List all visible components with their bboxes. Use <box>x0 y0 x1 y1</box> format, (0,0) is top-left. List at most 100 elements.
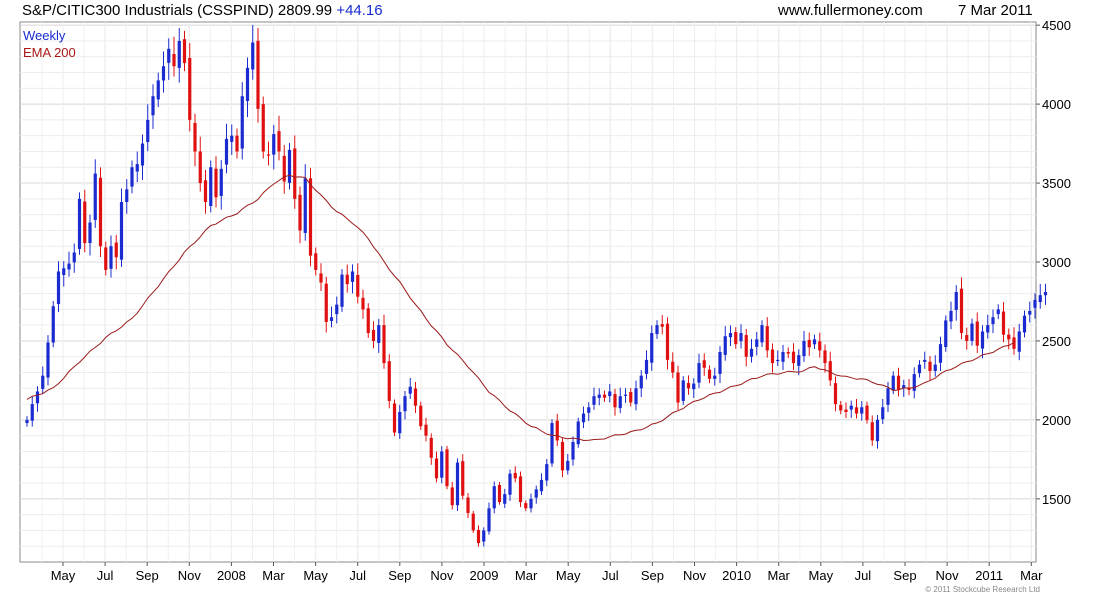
candle-body <box>98 177 103 247</box>
candle-body <box>896 375 901 390</box>
candle-body <box>476 529 481 544</box>
x-tick-label: Sep <box>893 568 916 583</box>
candle-body <box>235 135 239 152</box>
candle-body <box>828 361 832 381</box>
candle-body <box>665 323 670 360</box>
candle-body <box>83 201 87 244</box>
y-tick-label: 3000 <box>1042 255 1071 270</box>
y-tick-label: 4500 <box>1042 18 1071 33</box>
candle-body <box>293 148 297 199</box>
candle-body <box>256 40 260 109</box>
x-tick-label: Mar <box>768 568 791 583</box>
candle-body <box>77 198 82 249</box>
candle <box>261 96 265 159</box>
price-chart: 1500 2000 2500 3000 3500 4000 4500 May Jul Sep No… <box>19 18 1071 583</box>
candle-body <box>62 268 66 275</box>
x-tick-label: Nov <box>683 568 707 583</box>
candle-body <box>1043 292 1048 296</box>
candle-body <box>560 441 565 471</box>
candle-body <box>130 167 134 187</box>
candle-body <box>156 80 160 100</box>
candle-body <box>833 383 838 405</box>
candle-body <box>608 391 612 397</box>
x-tick-label: May <box>556 568 581 583</box>
candle-body <box>671 361 675 373</box>
candle-body <box>812 339 817 345</box>
candle-body <box>917 364 922 374</box>
candle-body <box>335 304 339 315</box>
candle-body <box>539 479 544 492</box>
candle-body <box>198 151 202 184</box>
candle-body <box>933 364 937 371</box>
x-tick-label: May <box>303 568 328 583</box>
candle-body <box>954 292 958 310</box>
candle <box>366 303 370 338</box>
candle-body <box>623 394 628 396</box>
candle <box>1043 283 1048 305</box>
candle-body <box>986 325 990 333</box>
candle-body <box>314 253 318 270</box>
candle <box>681 376 685 405</box>
candle-body <box>776 359 780 362</box>
candle-body <box>72 252 76 263</box>
candle-body <box>602 394 607 398</box>
title-text: S&P/CITIC300 Industrials (CSSPIND) 2809.… <box>22 2 333 19</box>
candle-body <box>613 394 617 408</box>
candle-body <box>576 421 580 445</box>
candle-body <box>345 274 349 285</box>
candle-body <box>277 131 281 152</box>
candle-body <box>219 168 223 196</box>
candle-body <box>629 392 633 403</box>
candle-body <box>266 154 271 156</box>
candle-body <box>644 359 649 374</box>
candle-body <box>655 325 659 335</box>
candle-body <box>508 473 512 495</box>
candle <box>340 269 344 312</box>
x-tick-label: Jul <box>855 568 872 583</box>
x-tick-label: Jul <box>602 568 619 583</box>
candle <box>51 301 55 348</box>
candle <box>944 315 948 352</box>
candle-body <box>996 309 1000 315</box>
candle-body <box>791 351 796 364</box>
candle-body <box>786 352 790 354</box>
candle-body <box>755 339 759 347</box>
candle-body <box>587 407 591 413</box>
candle-body <box>497 484 502 502</box>
candle-body <box>865 405 869 420</box>
candle-body <box>713 375 717 379</box>
x-tick-label: 2010 <box>722 568 751 583</box>
candle-body <box>991 317 995 325</box>
candle-body <box>461 461 465 496</box>
candle-body <box>329 317 334 321</box>
candle-body <box>140 143 145 166</box>
candle-body <box>1022 315 1027 333</box>
candle <box>387 354 391 409</box>
candle-body <box>513 472 517 479</box>
candle-body <box>377 325 381 343</box>
candle-body <box>566 460 570 471</box>
candle-body <box>928 361 932 371</box>
candle-body <box>177 40 181 68</box>
candle-body <box>298 194 302 231</box>
candle-body <box>240 96 244 149</box>
candle-body <box>618 396 622 409</box>
chart-title: S&P/CITIC300 Industrials (CSSPIND) 2809.… <box>22 2 383 19</box>
candle-body <box>445 449 449 487</box>
candle <box>518 471 523 508</box>
candle-body <box>707 369 712 379</box>
y-tick-label: 1500 <box>1042 492 1071 507</box>
candle-body <box>303 178 307 233</box>
x-tick-label: Nov <box>430 568 454 583</box>
candle-body <box>403 396 407 412</box>
candle-body <box>534 489 538 498</box>
candle-body <box>482 530 486 542</box>
x-tick-label: Mar <box>262 568 285 583</box>
candle-body <box>203 180 208 202</box>
x-tick-label: May <box>51 568 76 583</box>
candle-body <box>702 360 706 368</box>
candle-body <box>392 403 397 433</box>
legend-weekly: Weekly <box>23 28 66 43</box>
candle-body <box>356 274 360 297</box>
x-tick-label: Mar <box>1020 568 1043 583</box>
